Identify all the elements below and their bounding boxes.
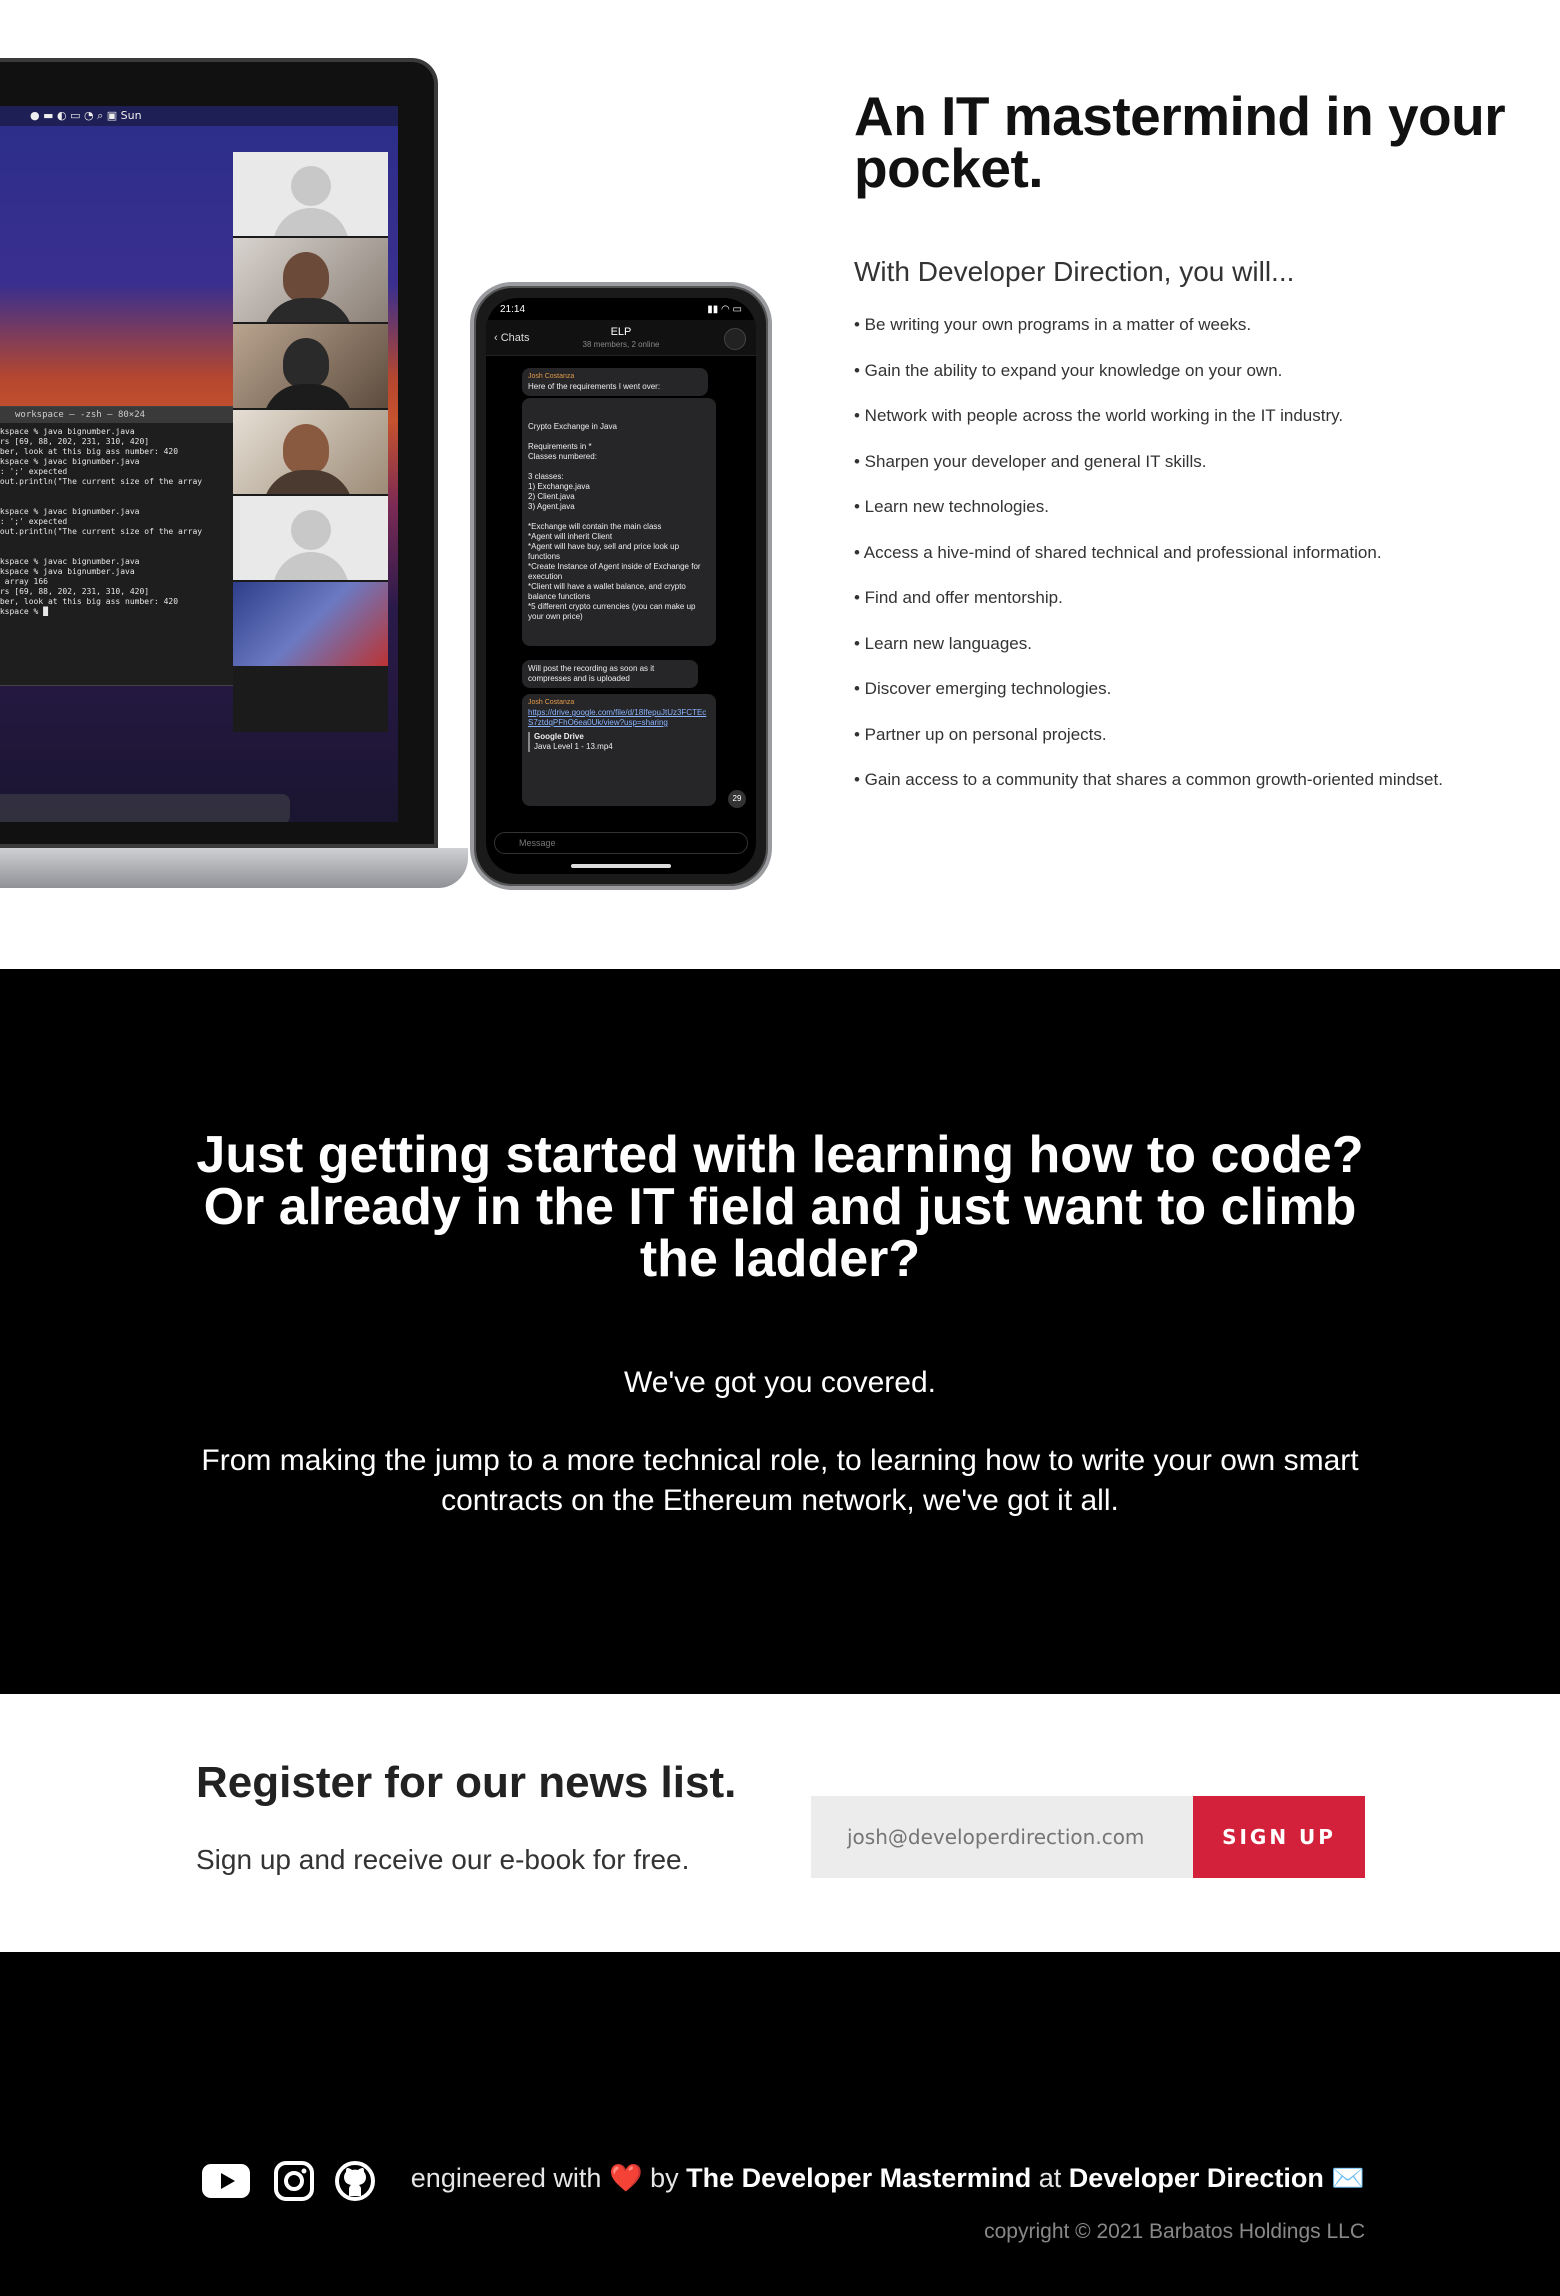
link-preview-title: Google Drive (534, 732, 584, 741)
benefit-item: • Partner up on personal projects. (854, 724, 1107, 744)
benefit-item: • Learn new technologies. (854, 497, 1049, 516)
benefit-item: • Access a hive-mind of shared technical… (854, 542, 1382, 562)
hero-subtitle: With Developer Direction, you will... (854, 256, 1295, 287)
menubar-day: Sun (120, 109, 142, 122)
mail-icon[interactable]: ✉️ (1331, 2163, 1365, 2193)
newsletter-subtitle: Sign up and receive our e-book for free. (196, 1844, 690, 1875)
message-input[interactable]: Message (494, 832, 748, 854)
benefit-item: • Gain the ability to expand your knowle… (854, 360, 1283, 380)
github-icon[interactable] (333, 2159, 377, 2203)
benefits-list: • Be writing your own programs in a matt… (854, 314, 1534, 815)
benefit-item: • Learn new languages. (854, 633, 1032, 653)
youtube-icon[interactable] (200, 2159, 252, 2203)
participant-video (233, 582, 388, 666)
benefit-item: • Discover emerging technologies. (854, 679, 1112, 698)
mac-menubar: ● ▬ ◐ ▭ ◔ ⌕ ▣ Sun (0, 106, 398, 126)
heart-icon: ❤️ (608, 2163, 643, 2193)
company-link[interactable]: Developer Direction (1069, 2163, 1324, 2193)
hero-section: ● ▬ ◐ ▭ ◔ ⌕ ▣ Sun workspace — -zsh — 80×… (0, 0, 1560, 969)
banner-tagline: We've got you covered. (623, 1366, 936, 1399)
newsletter-section: Register for our news list. Sign up and … (0, 1694, 1560, 1952)
instagram-icon[interactable] (272, 2159, 316, 2203)
chat-subtitle: 38 members, 2 online (582, 340, 660, 349)
participant-video (233, 410, 388, 494)
participant-video (233, 238, 388, 322)
message-text: Will post the recording as soon as it co… (528, 664, 655, 683)
phone-time: 21:14 (500, 304, 526, 315)
credits-at: at (1038, 2163, 1062, 2193)
chat-message: Crypto Exchange in Java Requirements in … (522, 398, 716, 646)
link-preview-card[interactable]: Google Drive Java Level 1 - 13.mp4 (528, 732, 710, 752)
email-field[interactable] (811, 1796, 1193, 1878)
link-preview-subtitle: Java Level 1 - 13.mp4 (534, 742, 613, 751)
intro-banner: Just getting started with learning how t… (0, 969, 1560, 1694)
credits-by: by (650, 2163, 679, 2193)
banner-description: From making the jump to a more technical… (201, 1444, 1359, 1517)
mac-dock (0, 794, 290, 822)
hero-title: An IT mastermind in your pocket. (854, 85, 1506, 199)
message-link[interactable]: https://drive.google.com/file/d/18IfepuJ… (528, 708, 710, 728)
benefit-item: • Gain access to a community that shares… (854, 770, 1443, 789)
benefit-item: • Sharpen your developer and general IT … (854, 451, 1207, 471)
menubar-icons: ● ▬ ◐ ▭ ◔ ⌕ ▣ (30, 109, 121, 122)
video-call-column (233, 152, 388, 732)
sign-up-button[interactable]: SIGN UP (1193, 1796, 1365, 1878)
author-link[interactable]: The Developer Mastermind (686, 2163, 1031, 2193)
home-indicator (571, 864, 671, 868)
participant-placeholder-avatar (233, 496, 388, 580)
benefit-item: • Network with people across the world w… (854, 406, 1344, 425)
phone-screen: 21:14 ▮▮ ◠ ▭ ‹ Chats ELP 38 members, 2 o… (486, 298, 756, 874)
newsletter-title: Register for our news list. (196, 1758, 737, 1807)
chat-message: Josh Costanza Here of the requirements I… (522, 368, 708, 396)
footer-credits: engineered with ❤️ by The Developer Mast… (411, 2162, 1365, 2194)
laptop-screen: ● ▬ ◐ ▭ ◔ ⌕ ▣ Sun workspace — -zsh — 80×… (0, 106, 398, 822)
message-text: Here of the requirements I went over: (528, 382, 661, 391)
chat-group-avatar[interactable] (724, 328, 746, 350)
participant-placeholder-avatar (233, 152, 388, 236)
copyright-text: copyright © 2021 Barbatos Holdings LLC (984, 2220, 1365, 2243)
benefit-item: • Find and offer mentorship. (854, 588, 1063, 607)
laptop-base (0, 848, 468, 888)
laptop-mockup: ● ▬ ◐ ▭ ◔ ⌕ ▣ Sun workspace — -zsh — 80×… (0, 58, 438, 848)
chat-message: Will post the recording as soon as it co… (522, 660, 698, 688)
hero-text: An IT mastermind in your pocket. With De… (854, 85, 1534, 815)
message-sender: Josh Costanza (528, 699, 575, 706)
message-text: Crypto Exchange in Java Requirements in … (528, 422, 701, 621)
site-footer: engineered with ❤️ by The Developer Mast… (0, 1952, 1560, 2296)
unread-badge[interactable]: 29 (728, 790, 746, 808)
message-sender: Josh Costanza (528, 373, 575, 380)
chat-title: ELP (610, 326, 632, 338)
phone-mockup: 21:14 ▮▮ ◠ ▭ ‹ Chats ELP 38 members, 2 o… (470, 282, 772, 890)
chat-message: Josh Costanza https://drive.google.com/f… (522, 694, 716, 806)
benefit-item: • Be writing your own programs in a matt… (854, 315, 1252, 334)
signal-battery-icon: ▮▮ ◠ ▭ (707, 304, 742, 315)
phone-notch (564, 298, 678, 320)
banner-title: Just getting started with learning how t… (196, 1126, 1364, 1288)
chat-header: ‹ Chats ELP 38 members, 2 online (486, 320, 756, 356)
credits-prefix: engineered with (410, 2163, 602, 2193)
participant-video (233, 324, 388, 408)
